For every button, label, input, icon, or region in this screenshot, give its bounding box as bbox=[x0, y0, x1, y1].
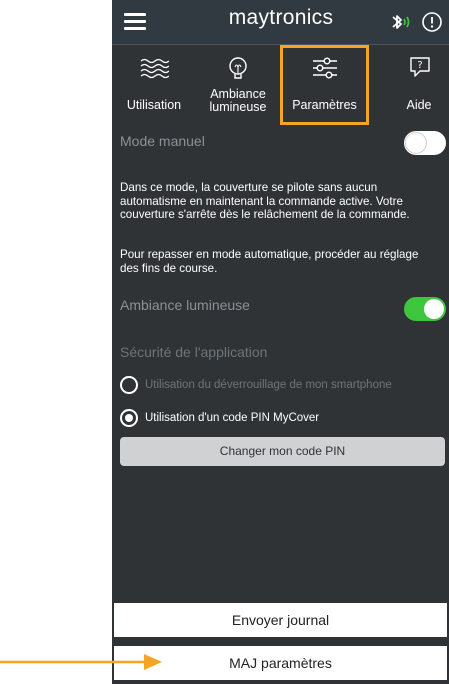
tab-aide-label: Aide bbox=[406, 98, 432, 112]
tab-ambiance-label-line2: lumineuse bbox=[209, 100, 267, 114]
app-screen: maytronics Utilisation Ambiance lumineus… bbox=[112, 0, 449, 684]
waves-icon bbox=[140, 58, 169, 79]
tab-utilisation-label: Utilisation bbox=[126, 98, 182, 112]
tab-parametres-label: Paramètres bbox=[292, 98, 357, 112]
tab-parametres[interactable]: Paramètres bbox=[280, 45, 369, 125]
maytronics-logo: maytronics bbox=[228, 6, 334, 29]
lightbulb-icon bbox=[229, 57, 247, 79]
radio-smartphone-unlock[interactable] bbox=[120, 376, 138, 394]
info-icon[interactable] bbox=[421, 11, 443, 33]
tab-aide[interactable]: ? Aide bbox=[369, 45, 449, 125]
send-log-button[interactable]: Envoyer journal bbox=[114, 603, 447, 637]
radio-pin-code[interactable] bbox=[120, 409, 138, 427]
arrow-right-icon bbox=[0, 654, 162, 670]
manual-mode-toggle[interactable] bbox=[404, 131, 446, 155]
app-header: maytronics bbox=[112, 0, 449, 45]
tab-ambiance-lumineuse[interactable]: Ambiance lumineuse bbox=[196, 45, 280, 125]
tab-ambiance-label-line1: Ambiance bbox=[210, 87, 266, 101]
tab-utilisation[interactable]: Utilisation bbox=[112, 45, 196, 125]
sliders-icon bbox=[312, 57, 337, 79]
auto-mode-instructions: Pour repasser en mode automatique, procé… bbox=[120, 248, 419, 275]
svg-text:?: ? bbox=[417, 60, 422, 71]
change-pin-button[interactable]: Changer mon code PIN bbox=[120, 437, 445, 466]
manual-mode-label: Mode manuel bbox=[120, 133, 205, 149]
ambiance-lumineuse-toggle[interactable] bbox=[404, 297, 446, 321]
tab-bar: Utilisation Ambiance lumineuse Paramètre… bbox=[112, 45, 449, 127]
ambiance-lumineuse-label: Ambiance lumineuse bbox=[120, 297, 250, 313]
option-pin-code-label: Utilisation d'un code PIN MyCover bbox=[145, 412, 320, 424]
bluetooth-icon bbox=[392, 15, 410, 29]
option-smartphone-unlock-label: Utilisation du déverrouillage de mon sma… bbox=[145, 379, 392, 391]
help-chat-icon: ? bbox=[409, 57, 430, 77]
manual-mode-description: Dans ce mode, la couverture se pilote sa… bbox=[120, 181, 410, 221]
security-section-title: Sécurité de l'application bbox=[120, 344, 268, 360]
hamburger-menu-icon[interactable] bbox=[124, 13, 146, 31]
